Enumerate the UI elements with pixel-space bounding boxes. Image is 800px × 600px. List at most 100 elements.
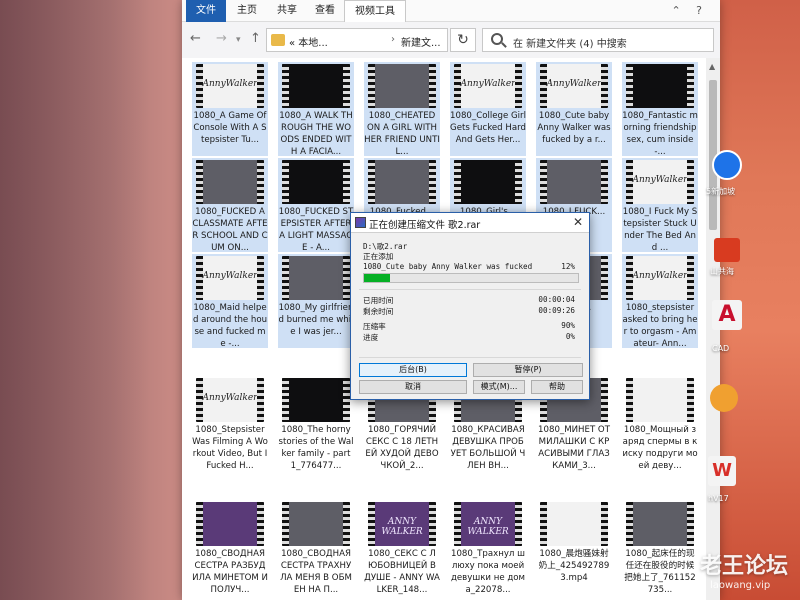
video-thumbnail bbox=[282, 256, 350, 300]
help-button[interactable]: 帮助 bbox=[531, 380, 583, 394]
file-name: 1080_Maid helped around the house and fu… bbox=[192, 303, 268, 349]
file-name: 1080_ГОРЯЧИЙ СЕКС С 18 ЛЕТНЕЙ ХУДОЙ ДЕВО… bbox=[365, 425, 439, 471]
background-button[interactable]: 后台(B) bbox=[359, 363, 467, 377]
recent-locations-icon[interactable]: ▾ bbox=[236, 35, 241, 45]
file-tile[interactable]: 1080_СВОДНАЯ СЕСТРА РАЗБУДИЛА МИНЕТОМ И … bbox=[192, 500, 268, 595]
thumbnail-text: AnnyWalker bbox=[632, 175, 688, 185]
app2-icon[interactable] bbox=[710, 384, 738, 412]
video-thumbnail bbox=[282, 160, 350, 204]
video-thumbnail bbox=[282, 502, 350, 546]
app-icon[interactable] bbox=[714, 238, 740, 262]
file-tile[interactable]: 1080_Fantastic morning friendship sex, c… bbox=[622, 62, 698, 157]
thumbnail-text: AnnyWalker bbox=[202, 79, 258, 89]
ribbon-help-icons[interactable]: ⌃ ? bbox=[671, 4, 708, 17]
video-thumbnail: AnnyWalker bbox=[626, 160, 694, 204]
video-thumbnail bbox=[368, 64, 436, 108]
video-thumbnail: AnnyWalker bbox=[196, 256, 264, 300]
file-name: 1080_stepsister asked to bring her to or… bbox=[622, 303, 698, 349]
video-thumbnail: AnnyWalker bbox=[196, 64, 264, 108]
file-progress-bar bbox=[363, 273, 579, 283]
thumbnail-text: AnnyWalker bbox=[202, 393, 258, 403]
file-tile[interactable]: AnnyWalker 1080_Stepsister Was Filming A … bbox=[192, 376, 268, 471]
video-thumbnail bbox=[196, 502, 264, 546]
cancel-button[interactable]: 取消 bbox=[359, 380, 467, 394]
refresh-button[interactable]: ↻ bbox=[450, 28, 476, 52]
search-input[interactable]: 在 新建文件夹 (4) 中搜索 bbox=[482, 28, 714, 52]
video-thumbnail bbox=[626, 378, 694, 422]
tab-video-tools[interactable]: 视频工具 bbox=[344, 0, 406, 22]
file-tile[interactable]: AnnyWalker 1080_Cute baby Anny Walker was… bbox=[536, 62, 612, 156]
file-name: 1080_I Fuck My Stepsister Stuck Under Th… bbox=[622, 207, 698, 253]
file-tile[interactable]: 1080_CHEATED ON A GIRL WITH HER FRIEND U… bbox=[364, 62, 440, 157]
video-thumbnail bbox=[282, 378, 350, 422]
file-tile[interactable]: ANNY WALKER 1080_СЕКС С ЛЮБОВНИЦЕЙ В ДУШЕ… bbox=[364, 500, 440, 595]
tab-view[interactable]: 查看 bbox=[310, 0, 340, 22]
autocad-icon[interactable]: A bbox=[712, 300, 742, 330]
file-tile[interactable]: AnnyWalker 1080_I Fuck My Stepsister Stuc… bbox=[622, 158, 698, 253]
file-tile[interactable]: 1080_起床任的现任还在股役的时候把她上了_761152735... bbox=[622, 500, 698, 595]
video-thumbnail bbox=[454, 160, 522, 204]
tab-file[interactable]: 文件 bbox=[186, 0, 226, 22]
file-name: 1080_Fantastic morning friendship sex, c… bbox=[622, 111, 698, 157]
close-icon[interactable]: ✕ bbox=[573, 215, 583, 229]
chevron-right-icon[interactable]: › bbox=[391, 34, 395, 45]
teamviewer-icon[interactable] bbox=[712, 150, 742, 180]
tab-home[interactable]: 主页 bbox=[230, 0, 264, 22]
file-name: 1080_晨炮骚妹射奶上_4254927893.mp4 bbox=[538, 549, 610, 583]
video-thumbnail bbox=[196, 160, 264, 204]
forward-arrow-icon[interactable]: → bbox=[216, 31, 227, 46]
video-thumbnail: AnnyWalker bbox=[454, 64, 522, 108]
video-thumbnail bbox=[626, 502, 694, 546]
file-tile[interactable]: AnnyWalker 1080_A Game Of Console With A … bbox=[192, 62, 268, 156]
file-tile[interactable]: AnnyWalker 1080_College Girl Gets Fucked … bbox=[450, 62, 526, 156]
search-icon bbox=[491, 33, 503, 45]
tab-share[interactable]: 共享 bbox=[272, 0, 302, 22]
breadcrumb-part[interactable]: « 本地... bbox=[289, 34, 328, 49]
file-tile[interactable]: AnnyWalker 1080_stepsister asked to bring… bbox=[622, 254, 698, 349]
file-tile[interactable]: 1080_My girlfriend burned me while I was… bbox=[278, 254, 354, 348]
thumbnail-text: AnnyWalker bbox=[546, 79, 602, 89]
file-tile[interactable]: 1080_FUCKED STEPSISTER AFTER A LIGHT MAS… bbox=[278, 158, 354, 253]
file-name: 1080_КРАСИВАЯ ДЕВУШКА ПРОБУЕТ БОЛЬШОЙ ЧЛ… bbox=[450, 425, 526, 471]
scroll-up-icon[interactable]: ▲ bbox=[709, 62, 715, 71]
pause-button[interactable]: 暂停(P) bbox=[473, 363, 583, 377]
remaining-label: 剩余时间 bbox=[363, 307, 394, 316]
mode-button[interactable]: 模式(M)... bbox=[473, 380, 525, 394]
watermark-url: laowang.vip bbox=[710, 580, 771, 591]
current-file: 1080_Cute baby Anny Walker was fucked bbox=[363, 262, 533, 271]
file-name: 1080_FUCKED STEPSISTER AFTER A LIGHT MAS… bbox=[278, 207, 354, 253]
thumbnail-text: ANNY WALKER bbox=[467, 517, 509, 537]
file-tile[interactable]: 1080_Мощный заряд спермы в киску подруги… bbox=[622, 376, 698, 471]
compression-progress-dialog: 正在创建压缩文件 歌2.rar ✕ D:\歌2.rar 正在添加 1080_Cu… bbox=[350, 212, 590, 400]
file-name: 1080_A WALK THROUGH THE WOODS ENDED WITH… bbox=[279, 111, 353, 157]
file-name: 1080_Мощный заряд спермы в киску подруги… bbox=[622, 425, 698, 471]
desktop-icon-label: 5新加坡 bbox=[706, 187, 736, 196]
file-name: 1080_Stepsister Was Filming A Workout Vi… bbox=[192, 425, 268, 471]
file-tile[interactable]: 1080_The horny stories of the Walker fam… bbox=[278, 376, 354, 471]
address-bar[interactable]: « 本地... › 新建文... ▾ bbox=[266, 28, 502, 52]
breadcrumb-part[interactable]: 新建文... bbox=[401, 34, 441, 49]
file-tile[interactable]: 1080_СВОДНАЯ СЕСТРА ТРАХНУЛА МЕНЯ В ОБМЕ… bbox=[278, 500, 354, 595]
remaining-value: 00:09:26 bbox=[538, 306, 575, 315]
file-name: 1080_My girlfriend burned me while I was… bbox=[278, 303, 354, 337]
file-tile[interactable]: ANNY WALKER 1080_Трахнул шлюху пока моей … bbox=[450, 500, 526, 595]
divider bbox=[359, 289, 581, 290]
elapsed-label: 已用时间 bbox=[363, 296, 394, 305]
file-tile[interactable]: AnnyWalker 1080_Maid helped around the ho… bbox=[192, 254, 268, 349]
file-tile[interactable]: 1080_FUCKED A CLASSMATE AFTER SCHOOL AND… bbox=[192, 158, 268, 253]
video-thumbnail bbox=[282, 64, 350, 108]
thumbnail-text: ANNY WALKER bbox=[381, 517, 423, 537]
file-name: 1080_起床任的现任还在股役的时候把她上了_761152735... bbox=[624, 549, 696, 595]
video-thumbnail bbox=[540, 502, 608, 546]
file-name: 1080_CHEATED ON A GIRL WITH HER FRIEND U… bbox=[364, 111, 440, 157]
divider bbox=[359, 357, 581, 358]
file-name: 1080_A Game Of Console With A Stepsister… bbox=[193, 111, 267, 145]
wps-icon[interactable]: W bbox=[708, 456, 736, 486]
file-tile[interactable]: 1080_晨炮骚妹射奶上_4254927893.mp4 bbox=[536, 500, 612, 594]
elapsed-value: 00:00:04 bbox=[538, 295, 575, 304]
progress-value: 0% bbox=[565, 332, 575, 341]
up-arrow-icon[interactable]: ↑ bbox=[250, 31, 261, 46]
back-arrow-icon[interactable]: ← bbox=[190, 31, 201, 46]
file-tile[interactable]: 1080_A WALK THROUGH THE WOODS ENDED WITH… bbox=[278, 62, 354, 157]
video-thumbnail: AnnyWalker bbox=[540, 64, 608, 108]
